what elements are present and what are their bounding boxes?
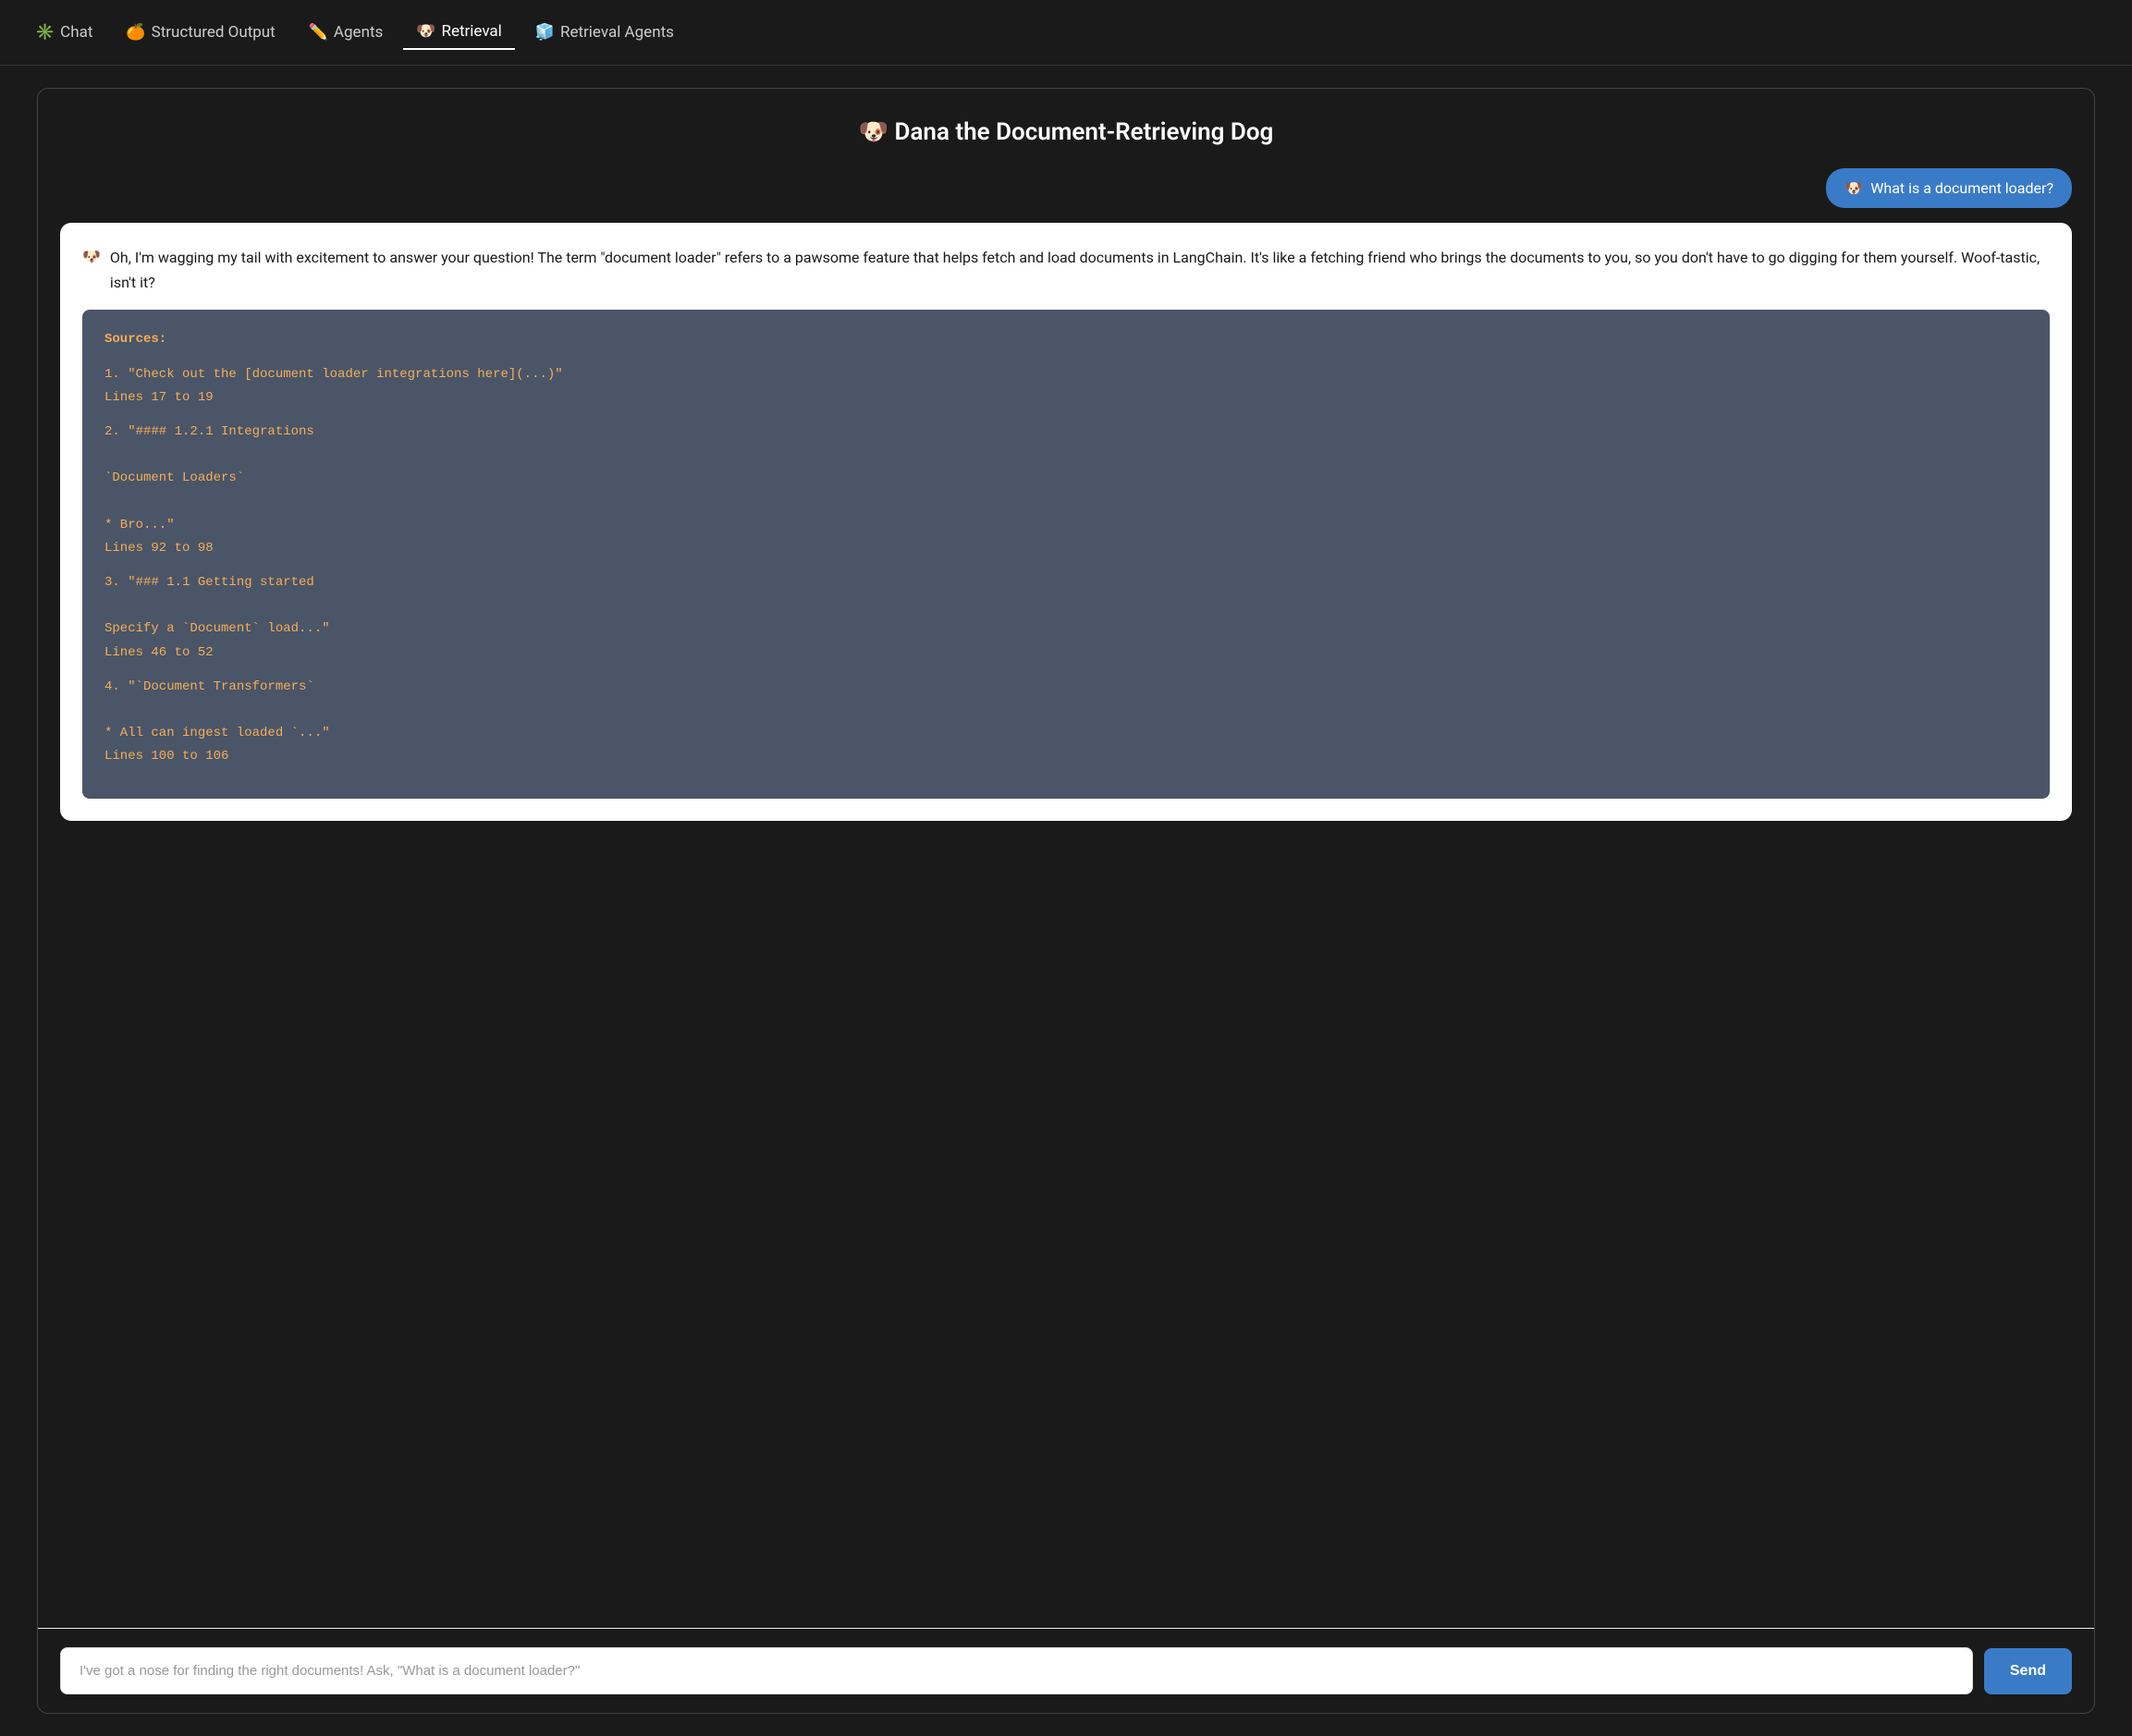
chat-header: 🐶 Dana the Document-Retrieving Dog xyxy=(38,89,2094,161)
source-2-lines: Lines 92 to 98 xyxy=(104,537,2028,560)
source-entry-2: 2. "#### 1.2.1 Integrations `Document Lo… xyxy=(104,421,2028,560)
nav-structured-output-label: Structured Output xyxy=(152,23,276,42)
source-2-quote-line3: * Bro..." xyxy=(104,514,2028,537)
nav-retrieval-label: Retrieval xyxy=(441,22,501,41)
sources-label: Sources: xyxy=(104,328,2028,351)
user-message-text: What is a document loader? xyxy=(1870,179,2053,197)
retrieval-emoji: 🐶 xyxy=(416,22,435,41)
send-button[interactable]: Send xyxy=(1984,1648,2072,1694)
messages-area[interactable]: 🐶 Oh, I'm wagging my tail with excitemen… xyxy=(38,223,2094,1628)
source-3-lines: Lines 46 to 52 xyxy=(104,642,2028,665)
source-2-blank xyxy=(104,444,2028,467)
chat-input-area: Send xyxy=(38,1628,2094,1713)
nav-item-retrieval-agents[interactable]: 🧊 Retrieval Agents xyxy=(522,16,687,49)
source-2-quote-line2: `Document Loaders` xyxy=(104,467,2028,490)
user-message-bubble: 🐶 What is a document loader? xyxy=(1826,168,2072,208)
nav-retrieval-agents-label: Retrieval Agents xyxy=(560,23,674,42)
nav-chat-label: Chat xyxy=(60,23,92,42)
nav-item-structured-output[interactable]: 🍊 Structured Output xyxy=(113,16,288,49)
nav-item-chat[interactable]: ✳️ Chat xyxy=(22,16,105,49)
source-entry-1: 1. "Check out the [document loader integ… xyxy=(104,363,2028,410)
source-4-blank xyxy=(104,699,2028,722)
source-3-quote-line2: Specify a `Document` load..." xyxy=(104,617,2028,641)
page-title: Dana the Document-Retrieving Dog xyxy=(895,118,1274,146)
source-entry-4: 4. "`Document Transformers` * All can in… xyxy=(104,676,2028,769)
source-2-quote-line1: 2. "#### 1.2.1 Integrations xyxy=(104,421,2028,444)
source-1-lines: Lines 17 to 19 xyxy=(104,386,2028,410)
agents-emoji: ✏️ xyxy=(309,23,328,42)
source-3-blank xyxy=(104,594,2028,617)
chat-emoji: ✳️ xyxy=(35,23,55,42)
sources-block: Sources: 1. "Check out the [document loa… xyxy=(82,310,2050,798)
header-emoji: 🐶 xyxy=(859,118,895,146)
chat-input[interactable] xyxy=(60,1647,1973,1694)
source-2-blank2 xyxy=(104,491,2028,514)
nav-item-agents[interactable]: ✏️ Agents xyxy=(296,16,397,49)
source-4-quote-line2: * All can ingest loaded `..." xyxy=(104,722,2028,745)
source-1-quote: 1. "Check out the [document loader integ… xyxy=(104,363,2028,386)
source-entry-3: 3. "### 1.1 Getting started Specify a `D… xyxy=(104,571,2028,665)
source-4-lines: Lines 100 to 106 xyxy=(104,745,2028,768)
retrieval-agents-emoji: 🧊 xyxy=(535,23,555,42)
main-container: 🐶 Dana the Document-Retrieving Dog 🐶 Wha… xyxy=(0,66,2132,1736)
source-3-quote-line1: 3. "### 1.1 Getting started xyxy=(104,571,2028,594)
assistant-emoji: 🐶 xyxy=(82,245,101,269)
user-message-container: 🐶 What is a document loader? xyxy=(38,161,2094,223)
user-message-emoji: 🐶 xyxy=(1844,179,1863,197)
nav-agents-label: Agents xyxy=(334,23,383,42)
assistant-message-text: Oh, I'm wagging my tail with excitement … xyxy=(110,245,2050,295)
structured-output-emoji: 🍊 xyxy=(126,23,145,42)
chat-window: 🐶 Dana the Document-Retrieving Dog 🐶 Wha… xyxy=(37,88,2095,1714)
nav-item-retrieval[interactable]: 🐶 Retrieval xyxy=(403,15,515,50)
assistant-message-header: 🐶 Oh, I'm wagging my tail with excitemen… xyxy=(82,245,2050,295)
nav-bar: ✳️ Chat 🍊 Structured Output ✏️ Agents 🐶 … xyxy=(0,0,2132,66)
assistant-message: 🐶 Oh, I'm wagging my tail with excitemen… xyxy=(60,223,2072,821)
source-4-quote-line1: 4. "`Document Transformers` xyxy=(104,676,2028,699)
